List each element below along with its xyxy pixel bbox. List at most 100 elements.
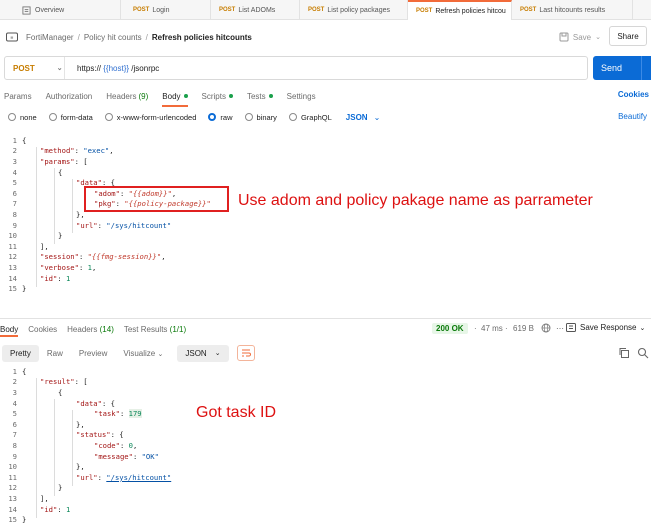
search-icon[interactable] (637, 347, 649, 359)
save-button[interactable]: Save ⌄ (559, 29, 601, 45)
http-request-icon: ≡ (6, 32, 18, 42)
beautify-link[interactable]: Beautify (618, 112, 647, 121)
response-view-tabs: Pretty Raw Preview Visualize ⌄ JSON ⌄ (2, 344, 255, 362)
resp-tab-test-label: Test Results (123, 324, 168, 334)
view-raw[interactable]: Raw (39, 345, 71, 362)
method-badge: POST (219, 7, 236, 13)
body-type-none[interactable]: none (8, 113, 37, 122)
tab-headers[interactable]: Headers (9) (106, 87, 148, 105)
method-select[interactable]: POST ⌄ (5, 57, 65, 79)
line-number: 15 (8, 284, 17, 294)
body-type-raw[interactable]: raw (208, 113, 233, 122)
save-response-icon (566, 323, 576, 332)
dot-separator: · (474, 324, 477, 333)
view-preview[interactable]: Preview (71, 345, 115, 362)
resp-tab-cookies[interactable]: Cookies (28, 325, 57, 334)
json-key: "params" (40, 156, 75, 166)
send-button[interactable]: Send (593, 56, 651, 80)
tab-settings[interactable]: Settings (287, 87, 316, 105)
radio-selected-icon (208, 113, 217, 121)
request-body-editor[interactable]: 1{ 2 "method": "exec", 3 "params": [ 4{ 5 "… (0, 135, 651, 300)
code-line: 8 "code": 0, (0, 440, 651, 451)
tab-params[interactable]: Params (4, 87, 32, 105)
more-options-icon[interactable]: ⋯ (556, 324, 564, 333)
line-number: 13 (8, 262, 17, 272)
body-format-select[interactable]: JSON ⌄ (346, 113, 381, 122)
line-number: 4 (12, 167, 17, 177)
body-type-urlencoded[interactable]: x-www-form-urlencoded (104, 113, 196, 122)
tab-refresh-policies[interactable]: POST Refresh policies hitcou (408, 0, 512, 20)
line-number: 5 (12, 409, 17, 419)
breadcrumb-request-name[interactable]: Refresh policies hitcounts (152, 33, 252, 42)
code-line: 12 "session": "{{fmg-session}}", (0, 252, 651, 263)
cookies-link[interactable]: Cookies (618, 90, 649, 99)
code-text: }, (76, 209, 85, 219)
code-text: } (22, 515, 27, 525)
line-number: 8 (12, 209, 17, 219)
dot-separator: · (505, 324, 508, 333)
url-input[interactable]: https:// {{host}} /jsonrpc (65, 64, 159, 73)
json-variable-value: "{{fmg-session}}" (87, 252, 162, 262)
chevron-down-icon: ⌄ (56, 65, 63, 72)
tab-label: Refresh policies hitcou (435, 7, 506, 15)
resp-tab-headers-label: Headers (67, 324, 98, 334)
status-badge[interactable]: 200 OK (432, 323, 468, 334)
json-key: "id" (40, 504, 58, 514)
tab-scripts[interactable]: Scripts (202, 87, 233, 105)
body-type-label: none (20, 112, 37, 122)
url-prefix: https:// (77, 63, 102, 73)
status-dot-icon (268, 94, 273, 98)
tab-list-adoms[interactable]: POST List ADOMs (211, 0, 300, 20)
code-text: { (58, 167, 63, 177)
code-text: } (58, 483, 63, 493)
body-type-label: binary (256, 112, 277, 122)
view-visualize[interactable]: Visualize ⌄ (115, 345, 171, 362)
body-type-binary[interactable]: binary (244, 112, 277, 122)
pane-divider[interactable] (0, 318, 651, 319)
code-line: 9 "url": "/sys/hitcount" (0, 220, 651, 231)
json-key: "url" (76, 472, 98, 482)
resp-tab-test-results[interactable]: Test Results (1/1) (124, 325, 186, 334)
view-pretty[interactable]: Pretty (2, 344, 39, 362)
code-line: 5 "task": 179 (0, 408, 651, 419)
status-dot-icon (228, 94, 233, 98)
wrap-lines-button[interactable] (236, 345, 255, 361)
tab-list-policy-packages[interactable]: POST List policy packages (300, 0, 408, 20)
radio-icon (104, 113, 113, 121)
code-line: 11], (0, 241, 651, 252)
json-key: "data" (76, 398, 102, 408)
tab-last-hitcounts[interactable]: POST Last hitcounts results (512, 0, 633, 20)
resp-tab-body[interactable]: Body (0, 325, 19, 337)
resp-tab-headers[interactable]: Headers (14) (67, 325, 114, 334)
save-response-button[interactable]: Save Response ⌄ (566, 323, 645, 332)
body-type-form-data[interactable]: form-data (48, 113, 93, 122)
response-body-viewer[interactable]: 1{ 2 "result": [ 3{ 4 "data": { 5 "task": 1… (0, 366, 651, 530)
line-number: 3 (12, 387, 17, 397)
tab-login[interactable]: POST Login (121, 0, 211, 20)
json-value: "/sys/hitcount" (106, 220, 172, 230)
tab-body[interactable]: Body (162, 87, 188, 107)
line-number: 8 (12, 440, 17, 450)
body-type-graphql[interactable]: GraphQL (288, 113, 332, 122)
copy-icon[interactable] (618, 347, 630, 359)
share-button[interactable]: Share (609, 26, 647, 46)
chevron-down-icon: ⌄ (639, 324, 646, 332)
globe-icon[interactable] (540, 323, 552, 333)
tab-authorization[interactable]: Authorization (46, 87, 93, 105)
code-text: } (22, 284, 27, 294)
breadcrumb-collection[interactable]: FortiManager (26, 33, 74, 42)
response-format-select[interactable]: JSON ⌄ (177, 344, 229, 362)
breadcrumb-folder[interactable]: Policy hit counts (84, 33, 142, 42)
tab-tests[interactable]: Tests (247, 87, 273, 105)
tab-headers-label: Headers (106, 91, 137, 101)
json-key: "code" (94, 440, 120, 450)
response-size[interactable]: 619 B (513, 324, 534, 333)
method-badge: POST (308, 7, 325, 13)
json-key: "id" (40, 273, 58, 283)
line-number: 15 (8, 515, 17, 525)
json-link-value[interactable]: "/sys/hitcount" (106, 473, 171, 482)
line-number: 11 (8, 472, 17, 482)
response-time[interactable]: 47 ms (481, 324, 503, 333)
send-options-chevron[interactable] (641, 56, 651, 80)
tab-overview[interactable]: Overview (0, 0, 121, 20)
